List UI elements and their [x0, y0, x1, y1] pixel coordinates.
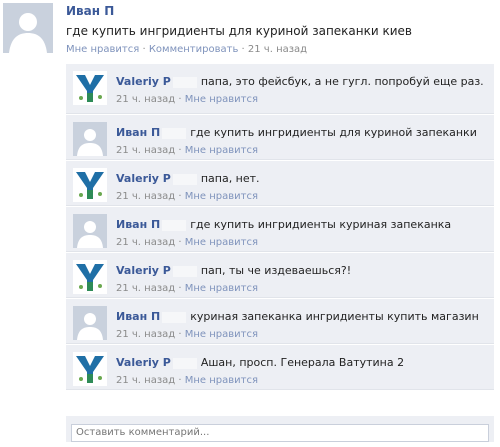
meta-separator: ·: [178, 283, 182, 294]
redaction-mark: [172, 265, 197, 277]
person-icon: [77, 221, 103, 248]
comment-text: папа, нет.: [200, 172, 260, 185]
comment-like-link[interactable]: Мне нравится: [185, 94, 258, 105]
comment-author[interactable]: Иван П: [116, 310, 160, 323]
comment-meta: 21 ч. назад · Мне нравится: [116, 326, 486, 343]
logo-icon: [76, 75, 104, 102]
redaction-mark: [172, 173, 197, 185]
redaction-mark: [172, 357, 197, 369]
person-icon: [77, 129, 103, 156]
comment-list: Valeriy P папа, это фейсбук, а не гугл. п…: [66, 64, 494, 391]
comment-time: 21 ч. назад: [116, 191, 176, 202]
comment-meta: 21 ч. назад · Мне нравится: [116, 372, 486, 389]
comment-like-link[interactable]: Мне нравится: [185, 375, 258, 386]
meta-separator: ·: [178, 145, 182, 156]
comment-meta: 21 ч. назад · Мне нравится: [116, 234, 486, 251]
comment-like-link[interactable]: Мне нравится: [185, 283, 258, 294]
comment-item: Иван П где купить ингридиенты куриная зап…: [66, 207, 494, 252]
person-icon: [77, 313, 103, 340]
meta-separator: ·: [178, 375, 182, 386]
comment-author[interactable]: Иван П: [116, 218, 160, 231]
comment-author[interactable]: Valeriy P: [116, 75, 171, 88]
redaction-mark: [162, 219, 187, 231]
meta-separator: ·: [241, 44, 245, 55]
comment-item: Valeriy P пап, ты че издеваешься?! 21 ч. …: [66, 253, 494, 298]
comment-meta: 21 ч. назад · Мне нравится: [116, 91, 486, 108]
comment-text: папа, это фейсбук, а не гугл. попробуй е…: [200, 75, 484, 88]
comment-like-link[interactable]: Мне нравится: [185, 191, 258, 202]
comment-time: 21 ч. назад: [116, 237, 176, 248]
comment-time: 21 ч. назад: [116, 329, 176, 340]
redaction-mark: [172, 76, 197, 88]
logo-icon: [76, 356, 104, 383]
meta-separator: ·: [178, 191, 182, 202]
comment-meta: 21 ч. назад · Мне нравится: [116, 142, 486, 159]
meta-separator: ·: [142, 44, 146, 55]
comment-item: Valeriy P папа, это фейсбук, а не гугл. п…: [66, 64, 494, 114]
comment-avatar[interactable]: [73, 168, 107, 202]
comment-avatar[interactable]: [73, 352, 107, 386]
person-icon: [9, 13, 47, 53]
redaction-mark: [162, 127, 187, 139]
post-comment-link[interactable]: Комментировать: [149, 44, 239, 55]
meta-separator: ·: [178, 329, 182, 340]
comment-avatar[interactable]: [73, 260, 107, 294]
comment-meta: 21 ч. назад · Мне нравится: [116, 280, 486, 297]
redaction-mark: [162, 311, 187, 323]
comment-text: куриная запеканка ингридиенты купить маг…: [190, 310, 479, 323]
comment-like-link[interactable]: Мне нравится: [185, 237, 258, 248]
comment-author[interactable]: Valeriy P: [116, 172, 171, 185]
logo-icon: [76, 264, 104, 291]
add-comment-box: [66, 416, 494, 442]
comment-text: где купить ингридиенты для куриной запек…: [190, 126, 477, 139]
comment-item: Valeriy P Ашан, просп. Генерала Ватутина …: [66, 345, 494, 390]
comment-avatar[interactable]: [73, 122, 107, 156]
comment-time: 21 ч. назад: [116, 375, 176, 386]
comment-item: Иван П куриная запеканка ингридиенты купи…: [66, 299, 494, 344]
comment-time: 21 ч. назад: [116, 94, 176, 105]
post-avatar[interactable]: [3, 3, 53, 53]
comment-author[interactable]: Иван П: [116, 126, 160, 139]
comment-text: где купить ингридиенты куриная запеканка: [190, 218, 452, 231]
post-author[interactable]: Иван П: [66, 4, 114, 18]
comment-avatar[interactable]: [73, 214, 107, 248]
comment-item: Иван П где купить ингридиенты для куриной…: [66, 115, 494, 160]
meta-separator: ·: [178, 237, 182, 248]
comment-author[interactable]: Valeriy P: [116, 356, 171, 369]
comment-author[interactable]: Valeriy P: [116, 264, 171, 277]
comment-text: пап, ты че издеваешься?!: [200, 264, 352, 277]
post-like-link[interactable]: Мне нравится: [66, 44, 139, 55]
post-meta: Мне нравится · Комментировать · 21 ч. на…: [66, 44, 307, 55]
comment-like-link[interactable]: Мне нравится: [185, 145, 258, 156]
comment-like-link[interactable]: Мне нравится: [185, 329, 258, 340]
comment-time: 21 ч. назад: [116, 145, 176, 156]
meta-separator: ·: [178, 94, 182, 105]
comment-avatar[interactable]: [73, 71, 107, 105]
comment-text: Ашан, просп. Генерала Ватутина 2: [200, 356, 405, 369]
comment-input[interactable]: [71, 423, 489, 442]
comment-item: Valeriy P папа, нет. 21 ч. назад · Мне нр…: [66, 161, 494, 206]
post-time: 21 ч. назад: [247, 44, 308, 55]
post-text: где купить ингридиенты для куриной запек…: [66, 24, 412, 38]
logo-icon: [76, 172, 104, 199]
comment-time: 21 ч. назад: [116, 283, 176, 294]
comment-avatar[interactable]: [73, 306, 107, 340]
comment-meta: 21 ч. назад · Мне нравится: [116, 188, 486, 205]
